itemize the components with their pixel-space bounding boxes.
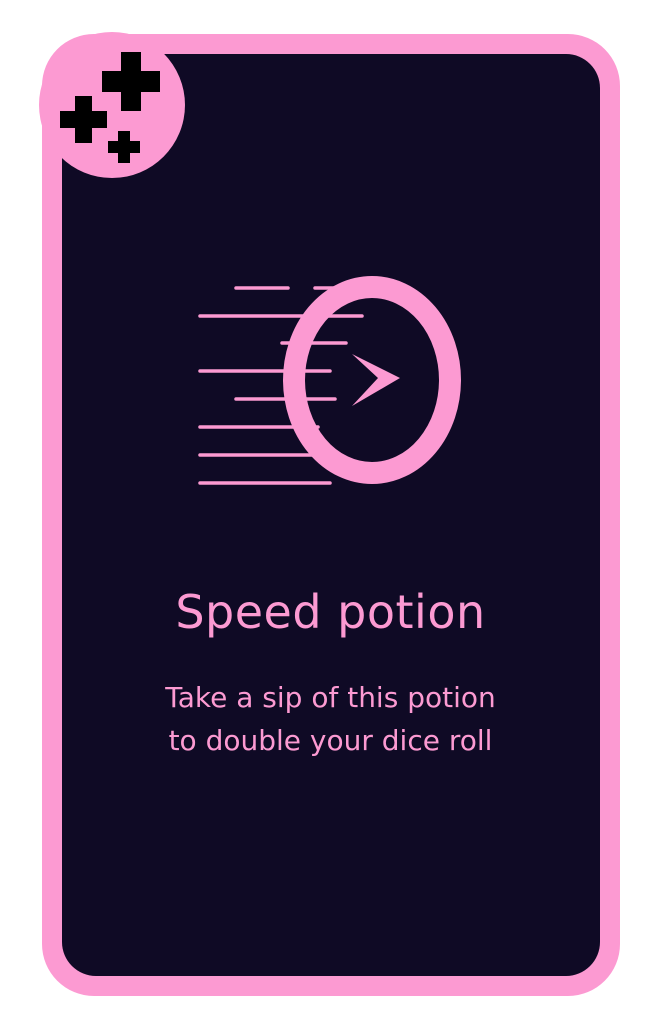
card-description-line-1: Take a sip of this potion (165, 681, 496, 714)
card-face (62, 54, 600, 976)
card-title: Speed potion (175, 585, 486, 639)
card-description: Take a sip of this potion to double your… (0, 676, 661, 762)
plus-cluster-icon (39, 32, 185, 178)
card-description-line-2: to double your dice roll (168, 724, 493, 757)
card-corner-badge (0, 0, 185, 185)
